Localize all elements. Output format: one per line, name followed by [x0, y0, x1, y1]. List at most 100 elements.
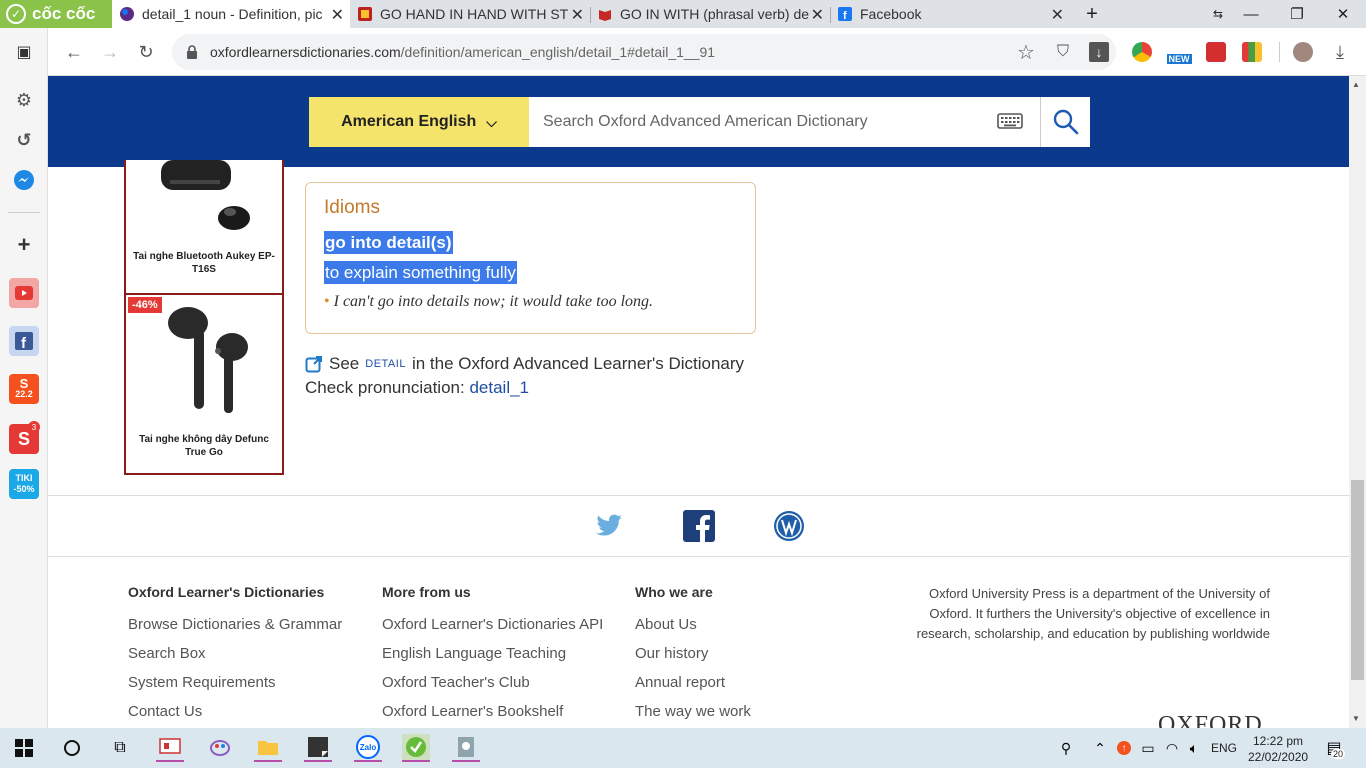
restore-button[interactable]: ❐: [1275, 0, 1319, 28]
footer-about-text: Oxford University Press is a department …: [916, 586, 1270, 641]
windows-start-icon[interactable]: [10, 734, 38, 762]
scroll-up-icon[interactable]: ▲: [1352, 80, 1360, 89]
tab-facebook[interactable]: f Facebook ✕: [830, 0, 1070, 28]
close-tab-icon[interactable]: ✕: [1051, 5, 1064, 25]
pronunciation-link[interactable]: detail_1: [469, 378, 529, 397]
people-icon[interactable]: ⚲: [1052, 734, 1080, 762]
clock[interactable]: 12:22 pm 22/02/2020: [1248, 733, 1308, 765]
twitter-icon[interactable]: [592, 510, 624, 542]
presentation-app-icon[interactable]: [156, 734, 184, 762]
snipping-tool-icon[interactable]: [452, 734, 480, 762]
idioms-box: Idioms go into detail(s) to explain some…: [305, 182, 756, 334]
task-view-icon[interactable]: ⧉: [106, 734, 134, 762]
close-tab-icon[interactable]: ✕: [811, 5, 824, 25]
footer-heading: Oxford Learner's Dictionaries: [128, 584, 325, 600]
language-selector[interactable]: American English ⌵: [309, 97, 529, 147]
facebook-icon[interactable]: f: [9, 326, 39, 356]
url-domain: oxfordlearnersdictionaries.com: [210, 44, 401, 60]
messenger-icon[interactable]: [9, 165, 39, 195]
color-extension-icon[interactable]: [1242, 42, 1262, 62]
close-tab-icon[interactable]: ✕: [571, 5, 584, 25]
divider: [48, 556, 1349, 557]
ad-card[interactable]: Tai nghe Bluetooth Aukey EP-T16S: [124, 160, 284, 295]
keyboard-icon[interactable]: [997, 111, 1023, 131]
coccoc-logo[interactable]: ✓ cốc cốc: [0, 0, 112, 28]
close-tab-icon[interactable]: ✕: [331, 5, 344, 25]
language-label: American English: [341, 113, 477, 130]
download-icon[interactable]: ⤓: [1328, 40, 1352, 64]
download-manager-icon[interactable]: ↓: [1089, 42, 1109, 62]
back-arrow-icon[interactable]: ←: [62, 40, 86, 64]
tiki-icon[interactable]: TIKI -50%: [9, 469, 39, 499]
red-extension-icon[interactable]: [1206, 42, 1226, 62]
dictionary-search-input[interactable]: [529, 97, 1040, 147]
forward-arrow-icon[interactable]: →: [98, 40, 122, 64]
sticky-notes-icon[interactable]: [304, 734, 332, 762]
volume-icon[interactable]: 🔈︎: [1180, 734, 1208, 762]
footer-link[interactable]: The way we work: [635, 703, 751, 720]
new-tab-button[interactable]: +: [1070, 0, 1114, 28]
cambridge-favicon-icon: [358, 7, 372, 21]
footer-link[interactable]: English Language Teaching: [382, 645, 566, 662]
example-text: I can't go into details now; it would ta…: [333, 293, 654, 310]
footer-heading: Who we are: [635, 584, 713, 600]
chrome-extension-icon[interactable]: [1132, 42, 1152, 62]
toolbar-divider: [1279, 42, 1280, 62]
youtube-icon[interactable]: [9, 278, 39, 308]
lock-icon: [187, 45, 197, 59]
external-link-icon[interactable]: [305, 355, 323, 373]
minimize-button[interactable]: —: [1229, 0, 1273, 28]
tab-go-hand-in-hand[interactable]: GO HAND IN HAND WITH ST ✕: [350, 0, 590, 28]
search-button[interactable]: [1040, 97, 1090, 147]
footer-link[interactable]: System Requirements: [128, 674, 276, 691]
footer-link[interactable]: Annual report: [635, 674, 725, 691]
svg-text:f: f: [843, 10, 847, 21]
shopee-icon[interactable]: S 22.2: [9, 374, 39, 404]
new-badge: NEW: [1166, 54, 1192, 64]
new-extension-icon[interactable]: NEW: [1166, 42, 1192, 64]
wordpress-icon[interactable]: [773, 510, 805, 542]
tab-title: detail_1 noun - Definition, pic: [142, 6, 323, 22]
footer-link[interactable]: Oxford Teacher's Club: [382, 674, 530, 691]
search-icon: [1053, 109, 1078, 135]
book-favicon-icon: [599, 10, 611, 21]
bookmark-star-icon[interactable]: ☆: [1014, 40, 1038, 64]
see-suffix: in the Oxford Advanced Learner's Diction…: [411, 354, 745, 373]
footer-link[interactable]: Search Box: [128, 645, 206, 662]
reload-icon[interactable]: ↻: [134, 40, 158, 64]
brand-name: cốc cốc: [32, 4, 96, 23]
zalo-icon[interactable]: Zalo: [354, 734, 382, 762]
tab-detail[interactable]: detail_1 noun - Definition, pic ✕: [112, 0, 350, 28]
sidebar-panel-icon[interactable]: ▣: [9, 37, 39, 67]
footer-link[interactable]: Our history: [635, 645, 708, 662]
sidebar-divider: [8, 212, 40, 213]
footer-link[interactable]: Oxford Learner's Bookshelf: [382, 703, 563, 720]
history-icon[interactable]: ↺: [9, 125, 39, 155]
coccoc-taskbar-icon[interactable]: [402, 734, 430, 762]
footer-link[interactable]: Contact Us: [128, 703, 202, 720]
oxford-logo[interactable]: OXFORD: [1158, 712, 1263, 728]
pronunciation-label: Check pronunciation:: [305, 378, 465, 397]
ad-card[interactable]: -46% Tai nghe không dây Defunc True Go: [124, 293, 284, 475]
profile-avatar[interactable]: [1293, 42, 1313, 62]
footer-link[interactable]: Oxford Learner's Dictionaries API: [382, 616, 603, 633]
address-bar[interactable]: oxfordlearnersdictionaries.com/definitio…: [172, 34, 1116, 70]
divider: [48, 495, 1349, 496]
paint-app-icon[interactable]: [206, 734, 234, 762]
tab-go-in-with[interactable]: GO IN WITH (phrasal verb) de ✕: [590, 0, 830, 28]
search-circle-icon[interactable]: [58, 734, 86, 762]
scrollbar-thumb[interactable]: [1351, 480, 1364, 680]
shield-icon[interactable]: ⛉: [1051, 40, 1075, 64]
settings-gear-icon[interactable]: ⚙: [9, 85, 39, 115]
input-language[interactable]: ENG: [1211, 741, 1237, 755]
scroll-down-icon[interactable]: ▼: [1352, 714, 1360, 723]
facebook-social-icon[interactable]: [683, 510, 715, 542]
footer-link[interactable]: Browse Dictionaries & Grammar: [128, 616, 342, 633]
idiom-phrase: go into detail(s): [324, 231, 453, 254]
see-word-link[interactable]: DETAIL: [365, 358, 406, 370]
add-app-icon[interactable]: +: [9, 230, 39, 260]
close-window-button[interactable]: ✕: [1321, 0, 1365, 28]
url-path: /definition/american_english/detail_1#de…: [400, 44, 716, 60]
file-explorer-icon[interactable]: [254, 734, 282, 762]
footer-link[interactable]: About Us: [635, 616, 697, 633]
